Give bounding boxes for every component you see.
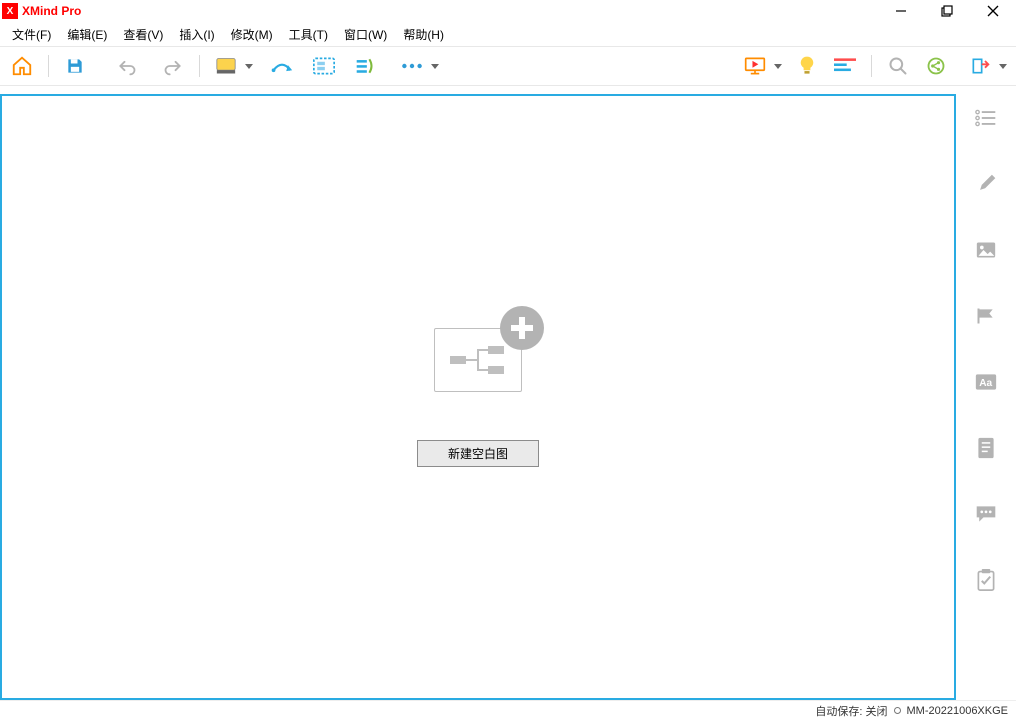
- notes-panel-button[interactable]: [974, 436, 998, 460]
- topic-dropdown[interactable]: [244, 64, 254, 69]
- redo-icon: [163, 56, 183, 76]
- toolbar-separator: [199, 55, 200, 77]
- topic-icon: [216, 57, 236, 75]
- undo-button[interactable]: [113, 52, 141, 80]
- plus-icon: [500, 306, 544, 350]
- status-indicator-icon: [894, 707, 901, 714]
- save-button[interactable]: [61, 52, 89, 80]
- undo-icon: [117, 56, 137, 76]
- main-area: 新建空白图 Aa: [0, 86, 1016, 700]
- presentation-icon: [744, 56, 766, 76]
- font-icon: Aa: [975, 373, 997, 391]
- presentation-button[interactable]: [741, 52, 769, 80]
- status-bar: 自动保存: 关闭 MM-20221006XKGE: [0, 700, 1016, 720]
- export-button[interactable]: [966, 52, 994, 80]
- topic-button[interactable]: [212, 52, 240, 80]
- maximize-icon: [941, 5, 953, 17]
- menu-file[interactable]: 文件(F): [4, 24, 59, 45]
- notes-icon: [977, 437, 995, 459]
- relationship-icon: [271, 57, 293, 75]
- redo-button[interactable]: [159, 52, 187, 80]
- close-button[interactable]: [970, 0, 1016, 22]
- share-button[interactable]: [922, 52, 950, 80]
- menu-modify[interactable]: 修改(M): [223, 24, 281, 45]
- format-panel-button[interactable]: [974, 172, 998, 196]
- minimize-icon: [895, 5, 907, 17]
- boundary-icon: [313, 57, 335, 75]
- app-title: XMind Pro: [22, 4, 81, 18]
- home-button[interactable]: [8, 52, 36, 80]
- document-id: MM-20221006XKGE: [907, 705, 1009, 717]
- new-map-graphic: [434, 328, 522, 392]
- summary-button[interactable]: [352, 52, 380, 80]
- menu-bar: 文件(F) 编辑(E) 查看(V) 插入(I) 修改(M) 工具(T) 窗口(W…: [0, 22, 1016, 46]
- menu-view[interactable]: 查看(V): [115, 24, 171, 45]
- font-panel-button[interactable]: Aa: [974, 370, 998, 394]
- gantt-button[interactable]: [831, 52, 859, 80]
- presentation-dropdown[interactable]: [773, 64, 783, 69]
- more-icon: [401, 62, 423, 70]
- export-dropdown[interactable]: [998, 64, 1008, 69]
- clipboard-icon: [977, 569, 995, 591]
- outline-icon: [975, 109, 997, 127]
- maximize-button[interactable]: [924, 0, 970, 22]
- flag-icon: [976, 307, 996, 325]
- comments-panel-button[interactable]: [974, 502, 998, 526]
- menu-help[interactable]: 帮助(H): [395, 24, 452, 45]
- comment-icon: [975, 504, 997, 524]
- app-icon: X: [2, 3, 18, 19]
- search-button[interactable]: [884, 52, 912, 80]
- brush-icon: [975, 173, 997, 195]
- mindmap-icon: [448, 342, 508, 378]
- menu-insert[interactable]: 插入(I): [171, 24, 222, 45]
- title-bar: X XMind Pro: [0, 0, 1016, 22]
- canvas-area[interactable]: 新建空白图: [0, 94, 956, 700]
- outline-panel-button[interactable]: [974, 106, 998, 130]
- search-icon: [888, 56, 908, 76]
- toolbar-separator: [871, 55, 872, 77]
- side-panel: Aa: [956, 86, 1016, 700]
- relationship-button[interactable]: [268, 52, 296, 80]
- brainstorm-button[interactable]: [793, 52, 821, 80]
- menu-edit[interactable]: 编辑(E): [59, 24, 115, 45]
- image-panel-button[interactable]: [974, 238, 998, 262]
- marker-panel-button[interactable]: [974, 304, 998, 328]
- new-blank-map-button[interactable]: 新建空白图: [417, 440, 539, 467]
- summary-icon: [355, 57, 377, 75]
- menu-window[interactable]: 窗口(W): [336, 24, 395, 45]
- save-icon: [65, 56, 85, 76]
- svg-text:Aa: Aa: [979, 378, 992, 389]
- export-icon: [970, 56, 990, 76]
- autosave-status: 自动保存: 关闭: [815, 703, 887, 719]
- close-icon: [987, 5, 999, 17]
- toolbar: [0, 46, 1016, 86]
- minimize-button[interactable]: [878, 0, 924, 22]
- home-icon: [11, 55, 33, 77]
- task-panel-button[interactable]: [974, 568, 998, 592]
- gantt-icon: [834, 58, 856, 74]
- more-button[interactable]: [398, 52, 426, 80]
- more-dropdown[interactable]: [430, 64, 440, 69]
- toolbar-separator: [48, 55, 49, 77]
- menu-tools[interactable]: 工具(T): [281, 24, 336, 45]
- lightbulb-icon: [798, 55, 816, 77]
- share-icon: [926, 56, 946, 76]
- image-icon: [976, 241, 996, 259]
- boundary-button[interactable]: [310, 52, 338, 80]
